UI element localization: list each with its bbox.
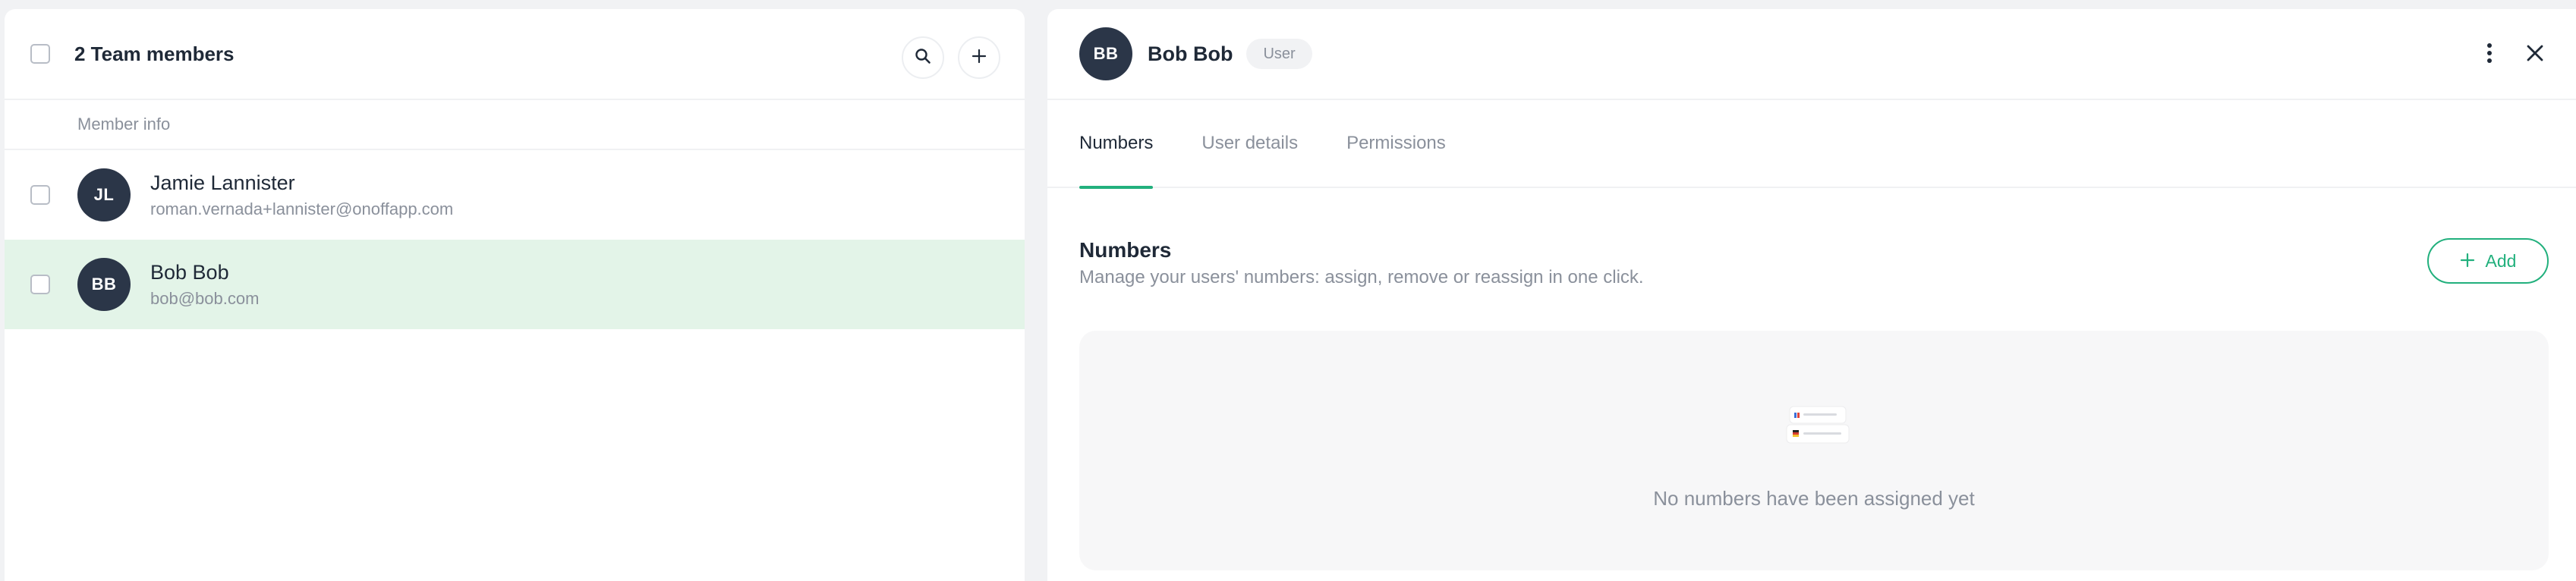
member-name: Bob Bob <box>150 261 229 284</box>
team-members-title: 2 Team members <box>74 42 235 65</box>
team-members-header: 2 Team members <box>5 9 1025 100</box>
add-number-button[interactable]: Add <box>2427 238 2549 284</box>
member-row-jamie[interactable]: JL Jamie Lannister roman.vernada+lannist… <box>5 150 1025 240</box>
numbers-illustration-icon <box>1785 405 1850 451</box>
avatar: BB <box>77 258 131 311</box>
search-icon <box>915 48 931 68</box>
tab-user-details[interactable]: User details <box>1201 99 1298 187</box>
member-detail-name: Bob Bob <box>1148 42 1233 65</box>
member-name: Jamie Lannister <box>150 171 295 194</box>
empty-state: No numbers have been assigned yet <box>1079 331 2549 570</box>
plus-icon <box>971 48 987 68</box>
tab-numbers[interactable]: Numbers <box>1079 99 1154 189</box>
member-info: Jamie Lannister roman.vernada+lannister@… <box>150 169 453 221</box>
member-email: bob@bob.com <box>150 289 260 308</box>
role-badge: User <box>1246 39 1312 69</box>
team-members-panel: 2 Team members Member info JL Jamie Lann… <box>5 9 1025 581</box>
member-detail-panel: BB Bob Bob User Numbers User details Per… <box>1047 9 2576 581</box>
section-title: Numbers <box>1079 238 1172 262</box>
avatar: JL <box>77 168 131 221</box>
section-description: Manage your users' numbers: assign, remo… <box>1079 267 1644 287</box>
member-email: roman.vernada+lannister@onoffapp.com <box>150 199 454 218</box>
member-checkbox[interactable] <box>30 185 50 205</box>
more-options-button[interactable] <box>2474 39 2505 70</box>
detail-tabs: Numbers User details Permissions <box>1047 99 2576 189</box>
close-button[interactable] <box>2520 39 2550 70</box>
empty-state-text: No numbers have been assigned yet <box>1653 487 1975 510</box>
member-checkbox[interactable] <box>30 275 50 294</box>
tab-permissions[interactable]: Permissions <box>1346 99 1446 187</box>
member-detail-header: BB Bob Bob User <box>1047 9 2576 100</box>
numbers-section-header: Numbers Manage your users' numbers: assi… <box>1047 188 2576 317</box>
avatar: BB <box>1079 27 1132 80</box>
column-header-member-info: Member info <box>5 100 1025 150</box>
plus-icon <box>2460 250 2475 272</box>
member-info: Bob Bob bob@bob.com <box>150 259 259 310</box>
add-member-button[interactable] <box>958 36 1000 79</box>
member-row-bob[interactable]: BB Bob Bob bob@bob.com <box>5 240 1025 329</box>
more-vertical-icon <box>2486 42 2493 68</box>
search-button[interactable] <box>902 36 944 79</box>
add-button-label: Add <box>2485 250 2517 271</box>
select-all-checkbox[interactable] <box>30 44 50 64</box>
close-icon <box>2526 44 2544 66</box>
